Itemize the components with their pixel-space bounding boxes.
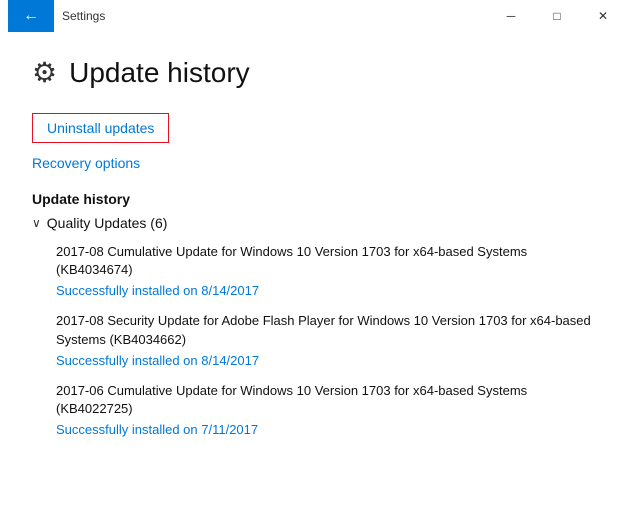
update-name-1: 2017-08 Cumulative Update for Windows 10… — [56, 243, 594, 279]
update-status-2[interactable]: Successfully installed on 8/14/2017 — [56, 353, 594, 368]
update-history-section-title: Update history — [32, 191, 594, 207]
maximize-button[interactable]: □ — [534, 0, 580, 32]
page-header: ⚙ Update history — [32, 56, 594, 89]
update-status-1[interactable]: Successfully installed on 8/14/2017 — [56, 283, 594, 298]
content-area: ⚙ Update history Uninstall updates Recov… — [0, 32, 626, 527]
recovery-options-link[interactable]: Recovery options — [32, 155, 140, 171]
back-icon: ← — [23, 7, 39, 25]
maximize-icon: □ — [553, 9, 560, 23]
back-button[interactable]: ← — [8, 0, 54, 32]
update-item-1: 2017-08 Cumulative Update for Windows 10… — [56, 243, 594, 298]
window: ← Settings ─ □ ✕ ⚙ Update history Uninst… — [0, 0, 626, 527]
update-name-3: 2017-06 Cumulative Update for Windows 10… — [56, 382, 594, 418]
close-icon: ✕ — [598, 9, 608, 23]
quality-updates-category[interactable]: ∨ Quality Updates (6) — [32, 215, 594, 231]
minimize-button[interactable]: ─ — [488, 0, 534, 32]
window-title: Settings — [62, 9, 488, 23]
window-controls: ─ □ ✕ — [488, 0, 626, 32]
gear-icon: ⚙ — [32, 56, 57, 89]
chevron-down-icon: ∨ — [32, 216, 41, 230]
category-label: Quality Updates (6) — [47, 215, 168, 231]
minimize-icon: ─ — [507, 9, 516, 23]
page-title: Update history — [69, 57, 250, 89]
update-name-2: 2017-08 Security Update for Adobe Flash … — [56, 312, 594, 348]
update-status-3[interactable]: Successfully installed on 7/11/2017 — [56, 422, 594, 437]
update-item-2: 2017-08 Security Update for Adobe Flash … — [56, 312, 594, 367]
uninstall-updates-button[interactable]: Uninstall updates — [32, 113, 169, 143]
title-bar: ← Settings ─ □ ✕ — [0, 0, 626, 32]
close-button[interactable]: ✕ — [580, 0, 626, 32]
update-item-3: 2017-06 Cumulative Update for Windows 10… — [56, 382, 594, 437]
